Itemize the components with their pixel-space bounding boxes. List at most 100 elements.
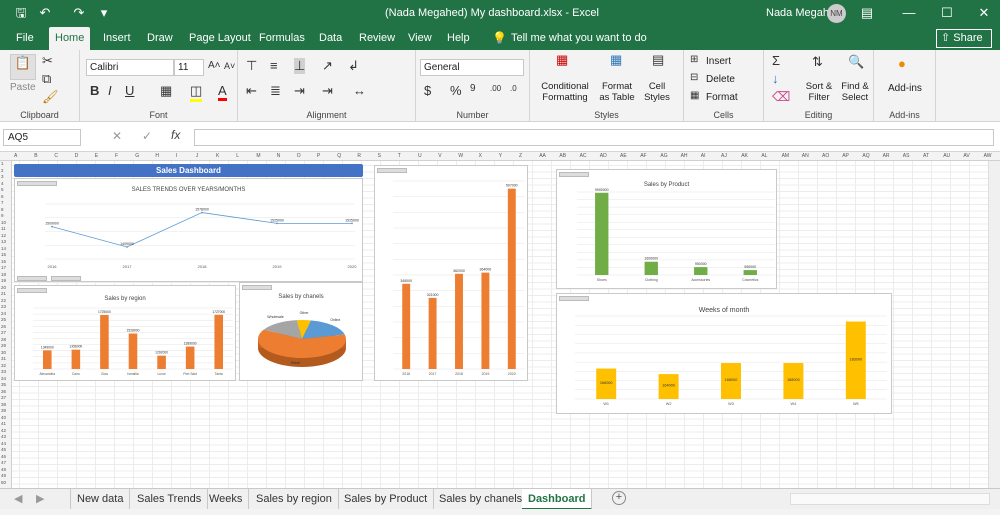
format-cells-icon[interactable]: ▦ [690,90,699,101]
row-header[interactable]: 31 [1,356,6,361]
column-header[interactable]: AD [600,153,607,159]
wrap-text-icon[interactable]: ↲ [348,58,359,74]
sheet-tab-dashboard[interactable]: Dashboard [522,489,593,510]
row-header[interactable]: 18 [1,272,6,277]
row-header[interactable]: 13 [1,239,6,244]
row-header[interactable]: 33 [1,369,6,374]
row-header[interactable]: 28 [1,337,6,342]
add-ins-icon[interactable]: ● [898,56,906,71]
fill-icon[interactable]: ↓ [772,71,779,86]
fill-color-icon[interactable]: ◫ [190,83,203,102]
add-sheet-icon[interactable]: + [612,491,626,505]
sheet-tab-new-data[interactable]: New data [70,489,131,510]
decrease-font-icon[interactable]: A˅ [224,61,235,71]
row-header[interactable]: 10 [1,220,6,225]
indent-icon[interactable]: ⇥ [322,83,333,99]
column-header[interactable]: G [135,153,139,159]
column-header[interactable]: C [54,153,58,159]
ribbon-display-icon[interactable]: ▤ [858,4,876,22]
center-icon[interactable]: ≣ [270,83,281,99]
tab-insert[interactable]: Insert [97,27,137,50]
column-header[interactable]: P [317,153,320,159]
customize-toolbar-icon[interactable]: ▾ [95,4,113,22]
column-header[interactable]: AS [903,153,910,159]
column-header[interactable]: AT [923,153,929,159]
tab-review[interactable]: Review [353,27,401,50]
column-header[interactable]: K [216,153,219,159]
borders-icon[interactable]: ▦ [160,83,172,99]
align-bottom-icon[interactable]: ⊥ [294,58,306,74]
row-header[interactable]: 7 [1,200,4,205]
column-header[interactable]: A [14,153,17,159]
font-color-icon[interactable]: A [218,83,227,101]
column-header[interactable]: AO [822,153,829,159]
row-header[interactable]: 6 [1,194,4,199]
row-header[interactable]: 48 [1,467,6,472]
column-header[interactable]: AW [984,153,992,159]
column-header[interactable]: AB [559,153,566,159]
row-header[interactable]: 43 [1,434,6,439]
column-header[interactable]: D [75,153,79,159]
increase-decimal-icon[interactable]: .00 [490,84,501,93]
cancel-icon[interactable]: ✕ [112,129,122,143]
comma-icon[interactable]: 9 [470,83,476,94]
align-top-icon[interactable]: ⊤ [246,58,257,74]
orientation-icon[interactable]: ↗ [322,58,333,74]
column-header[interactable]: AA [539,153,546,159]
cut-icon[interactable]: ✂ [42,53,53,69]
insert-function-icon[interactable]: fx [171,128,180,142]
column-header[interactable]: AL [761,153,767,159]
row-header[interactable]: 42 [1,428,6,433]
font-size-select[interactable]: 11 [174,59,204,76]
sort-filter-label[interactable]: Sort & Filter [804,81,834,103]
sales-by-region-chart[interactable]: Sales by region Alexandria 1349000 Cairo 13… [14,285,236,381]
minimize-icon[interactable]: — [900,4,918,22]
column-header[interactable]: U [418,153,422,159]
column-header[interactable]: AK [741,153,748,159]
font-name-select[interactable]: Calibri [86,59,174,76]
prev-sheet-icon[interactable]: ◀ [14,492,22,505]
sales-by-channels-chart[interactable]: Sales by chanels Online Retail Wholesale Ot… [239,282,363,381]
yearly-quantity-chart[interactable]: 2016 345000 2017 321000 2018 362000 2019 364000… [374,165,528,381]
column-header[interactable]: B [34,153,37,159]
enter-icon[interactable]: ✓ [142,129,152,143]
row-header[interactable]: 20 [1,285,6,290]
row-header[interactable]: 26 [1,324,6,329]
decrease-decimal-icon[interactable]: .0 [510,84,517,93]
number-format-select[interactable]: General [420,59,524,76]
find-select-icon[interactable]: 🔍 [848,54,864,70]
conditional-formatting-icon[interactable]: ▦ [556,52,568,68]
weeks-of-month-chart[interactable]: Weeks of month W1 166000 W2 164000 W3 168000 W… [556,293,892,414]
row-header[interactable]: 8 [1,207,4,212]
row-header[interactable]: 17 [1,265,6,270]
column-header[interactable]: Q [337,153,341,159]
clear-icon[interactable]: ⌫ [772,89,790,105]
sheet-tab-sales-by-region[interactable]: Sales by region [250,489,339,510]
row-header[interactable]: 12 [1,233,6,238]
sheet-tab-sales-by-chanels[interactable]: Sales by chanels [433,489,530,510]
format-as-table-label[interactable]: Format as Table [596,81,638,103]
row-header[interactable]: 44 [1,441,6,446]
column-header[interactable]: R [357,153,361,159]
years-filter[interactable] [17,276,47,281]
column-header[interactable]: Z [519,153,522,159]
tell-me-search[interactable]: Tell me what you want to do [505,27,653,50]
sales-trends-chart[interactable]: SALES TRENDS OVER YEARS/MONTHS 1509000 20… [14,178,363,282]
column-header[interactable]: Y [499,153,502,159]
row-header[interactable]: 30 [1,350,6,355]
percent-icon[interactable]: % [450,83,462,98]
format-painter-icon[interactable]: 🖌 [42,89,59,105]
tab-home[interactable]: Home [49,27,91,50]
horizontal-scrollbar[interactable] [790,493,990,505]
underline-icon[interactable]: U [125,83,134,98]
row-header[interactable]: 50 [1,480,6,485]
row-header[interactable]: 9 [1,213,4,218]
save-icon[interactable]: 🖫 [12,4,30,22]
tab-view[interactable]: View [402,27,438,50]
column-header[interactable]: I [176,153,177,159]
row-header[interactable]: 11 [1,226,6,231]
row-header[interactable]: 24 [1,311,6,316]
column-header[interactable]: S [378,153,381,159]
tab-file[interactable]: File [10,27,40,50]
row-header[interactable]: 23 [1,304,6,309]
